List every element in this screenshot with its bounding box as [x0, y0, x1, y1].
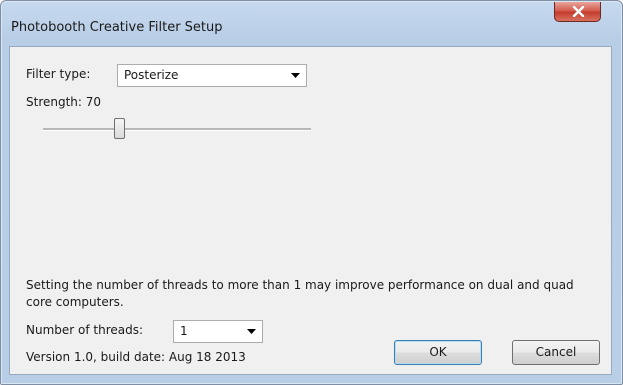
version-text: Version 1.0, build date: Aug 18 2013 — [26, 350, 246, 364]
dialog-window: Photobooth Creative Filter Setup Filter … — [0, 0, 623, 385]
filter-type-label: Filter type: — [26, 67, 91, 81]
slider-track — [43, 128, 311, 131]
chevron-down-icon — [247, 329, 256, 334]
ok-button[interactable]: OK — [394, 340, 482, 365]
slider-thumb[interactable] — [114, 118, 125, 139]
threads-label: Number of threads: — [26, 323, 144, 337]
window-title: Photobooth Creative Filter Setup — [11, 20, 223, 35]
threads-dropdown[interactable]: 1 — [173, 320, 263, 343]
close-button[interactable] — [554, 2, 601, 22]
close-icon — [572, 6, 585, 17]
dialog-client-area: Filter type: Posterize Strength: 70 Sett… — [9, 46, 612, 375]
threads-value: 1 — [180, 324, 188, 338]
strength-slider[interactable] — [43, 115, 313, 143]
threads-info-text: Setting the number of threads to more th… — [26, 278, 574, 309]
filter-type-value: Posterize — [124, 68, 179, 82]
chevron-down-icon — [291, 73, 300, 78]
strength-label: Strength: 70 — [26, 95, 102, 109]
cancel-button[interactable]: Cancel — [512, 340, 600, 365]
title-bar[interactable]: Photobooth Creative Filter Setup — [1, 1, 622, 41]
filter-type-dropdown[interactable]: Posterize — [117, 64, 307, 87]
